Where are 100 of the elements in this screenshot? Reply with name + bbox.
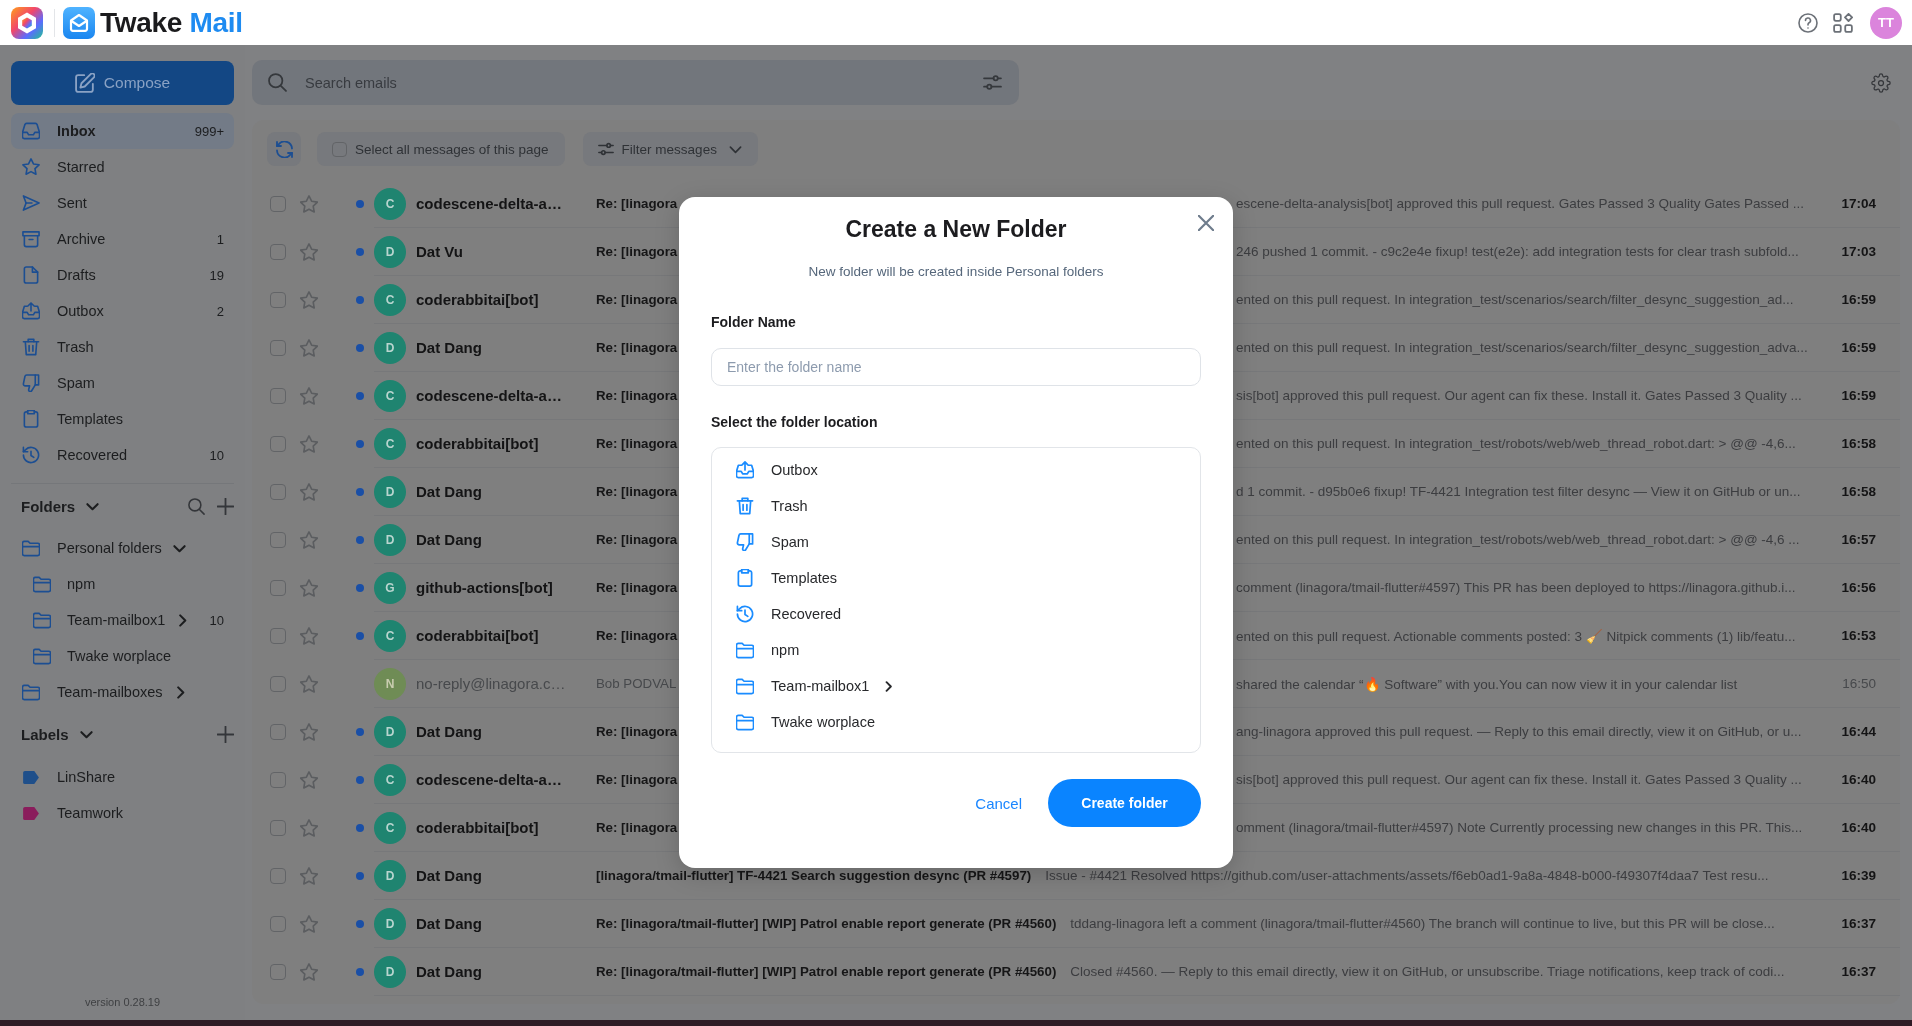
star-icon[interactable] bbox=[300, 435, 318, 453]
create-folder-button[interactable]: Create folder bbox=[1048, 779, 1201, 827]
star-icon[interactable] bbox=[300, 963, 318, 981]
star-icon[interactable] bbox=[300, 483, 318, 501]
mailbox-item[interactable]: Inbox 999+ bbox=[11, 113, 234, 149]
email-preview: ented on this pull request. In integration_test/scenarios/search/filter_desync_suggestion_ad... bbox=[1236, 292, 1794, 307]
email-preview: ented on this pull request. In integration_test/robots/web/web_thread_robot.dart: > @@ -4,6... bbox=[1236, 436, 1796, 451]
star-icon[interactable] bbox=[300, 579, 318, 597]
refresh-button[interactable] bbox=[267, 132, 301, 166]
checkbox[interactable] bbox=[270, 196, 286, 212]
dialog-title: Create a New Folder bbox=[844, 215, 1068, 243]
folder-location-item[interactable]: Templates bbox=[712, 560, 1200, 596]
checkbox[interactable] bbox=[270, 244, 286, 260]
plus-icon[interactable] bbox=[217, 497, 234, 515]
checkbox[interactable] bbox=[270, 724, 286, 740]
mailbox-item[interactable]: Drafts 19 bbox=[11, 257, 234, 293]
star-icon[interactable] bbox=[300, 531, 318, 549]
checkbox[interactable] bbox=[270, 820, 286, 836]
checkbox[interactable] bbox=[270, 868, 286, 884]
checkbox[interactable] bbox=[270, 772, 286, 788]
unread-dot-icon bbox=[356, 440, 364, 448]
checkbox[interactable] bbox=[270, 580, 286, 596]
checkbox[interactable] bbox=[270, 340, 286, 356]
folder-item[interactable]: npm bbox=[11, 566, 234, 602]
checkbox[interactable] bbox=[270, 916, 286, 932]
folder-item[interactable]: Twake worplace bbox=[11, 638, 234, 674]
mailbox-item[interactable]: Archive 1 bbox=[11, 221, 234, 257]
star-icon[interactable] bbox=[300, 915, 318, 933]
checkbox[interactable] bbox=[270, 436, 286, 452]
mailbox-item[interactable]: Recovered 10 bbox=[11, 437, 234, 473]
checkbox[interactable] bbox=[270, 628, 286, 644]
sender-avatar: D bbox=[374, 475, 406, 508]
checkbox[interactable] bbox=[270, 532, 286, 548]
folder-name-field[interactable]: Enter the folder name bbox=[711, 348, 1201, 386]
star-icon[interactable] bbox=[300, 291, 318, 309]
checkbox[interactable] bbox=[270, 676, 286, 692]
checkbox[interactable] bbox=[270, 388, 286, 404]
email-time: 16:44 bbox=[1840, 724, 1876, 739]
user-avatar[interactable]: TT bbox=[1870, 6, 1902, 39]
email-time: 16:53 bbox=[1840, 628, 1876, 643]
select-all-button[interactable]: Select all messages of this page bbox=[317, 132, 565, 166]
settings-icon[interactable] bbox=[1871, 72, 1891, 93]
search-field[interactable]: Search emails bbox=[252, 60, 1019, 105]
folder-item[interactable]: Team-mailbox1 10 bbox=[11, 602, 234, 638]
folder-location-item[interactable]: Twake worplace bbox=[712, 704, 1200, 740]
folder-location-item[interactable]: Outbox bbox=[712, 452, 1200, 488]
label-item[interactable]: LinShare bbox=[11, 759, 234, 795]
sliders-icon[interactable] bbox=[983, 73, 1002, 92]
folder-location-item[interactable]: Spam bbox=[712, 524, 1200, 560]
mailbox-item[interactable]: Trash bbox=[11, 329, 234, 365]
chevron-right-icon[interactable] bbox=[883, 680, 895, 692]
label-item[interactable]: Teamwork bbox=[11, 795, 234, 831]
dialog-subtitle: New folder will be created inside Personal folders bbox=[807, 263, 1105, 281]
folder-location-item[interactable]: Trash bbox=[712, 488, 1200, 524]
plus-icon[interactable] bbox=[217, 725, 234, 743]
folders-section-toggle[interactable]: Folders bbox=[21, 497, 100, 515]
history-icon bbox=[736, 605, 754, 623]
star-icon[interactable] bbox=[300, 387, 318, 405]
app-launcher-icon[interactable] bbox=[11, 6, 43, 39]
trash-icon bbox=[22, 338, 40, 356]
search-icon[interactable] bbox=[188, 497, 205, 515]
thumbs-down-icon bbox=[22, 374, 40, 392]
folder-location-item[interactable]: npm bbox=[712, 632, 1200, 668]
folder-item[interactable]: Team-mailboxes bbox=[11, 674, 234, 710]
checkbox[interactable] bbox=[270, 964, 286, 980]
folder-item[interactable]: Personal folders bbox=[11, 530, 234, 566]
checkbox[interactable] bbox=[270, 484, 286, 500]
checkbox[interactable] bbox=[270, 292, 286, 308]
sender-avatar: C bbox=[374, 379, 406, 412]
labels-section-toggle[interactable]: Labels bbox=[21, 725, 93, 743]
help-icon[interactable] bbox=[1798, 12, 1818, 33]
folder-location-item[interactable]: Team-mailbox1 bbox=[712, 668, 1200, 704]
star-icon[interactable] bbox=[300, 339, 318, 357]
message-count: 10 bbox=[209, 447, 224, 463]
sender-name: codescene-delta-a… bbox=[416, 195, 563, 212]
mailbox-item[interactable]: Starred bbox=[11, 149, 234, 185]
compose-button[interactable]: Compose bbox=[11, 61, 234, 105]
filter-messages-button[interactable]: Filter messages bbox=[582, 132, 758, 166]
mailbox-item[interactable]: Templates bbox=[11, 401, 234, 437]
star-icon[interactable] bbox=[300, 195, 318, 213]
mailbox-item[interactable]: Outbox 2 bbox=[11, 293, 234, 329]
apps-grid-icon[interactable] bbox=[1833, 12, 1853, 33]
sender-name: Dat Dang bbox=[416, 963, 483, 980]
star-icon[interactable] bbox=[300, 675, 318, 693]
star-icon[interactable] bbox=[300, 819, 318, 837]
star-icon[interactable] bbox=[300, 867, 318, 885]
email-time: 16:50 bbox=[1841, 676, 1876, 691]
mailbox-item[interactable]: Spam bbox=[11, 365, 234, 401]
mailbox-item[interactable]: Sent bbox=[11, 185, 234, 221]
star-icon[interactable] bbox=[300, 627, 318, 645]
app-name: Twake Mail bbox=[100, 6, 243, 39]
close-button[interactable] bbox=[1195, 212, 1217, 234]
star-icon[interactable] bbox=[300, 723, 318, 741]
star-icon[interactable] bbox=[300, 771, 318, 789]
email-subject: Re: [linagora bbox=[596, 580, 678, 595]
sliders-icon bbox=[597, 141, 614, 157]
folder-icon bbox=[736, 641, 754, 659]
star-icon[interactable] bbox=[300, 243, 318, 261]
folder-location-item[interactable]: Recovered bbox=[712, 596, 1200, 632]
cancel-button[interactable]: Cancel bbox=[967, 779, 1030, 827]
